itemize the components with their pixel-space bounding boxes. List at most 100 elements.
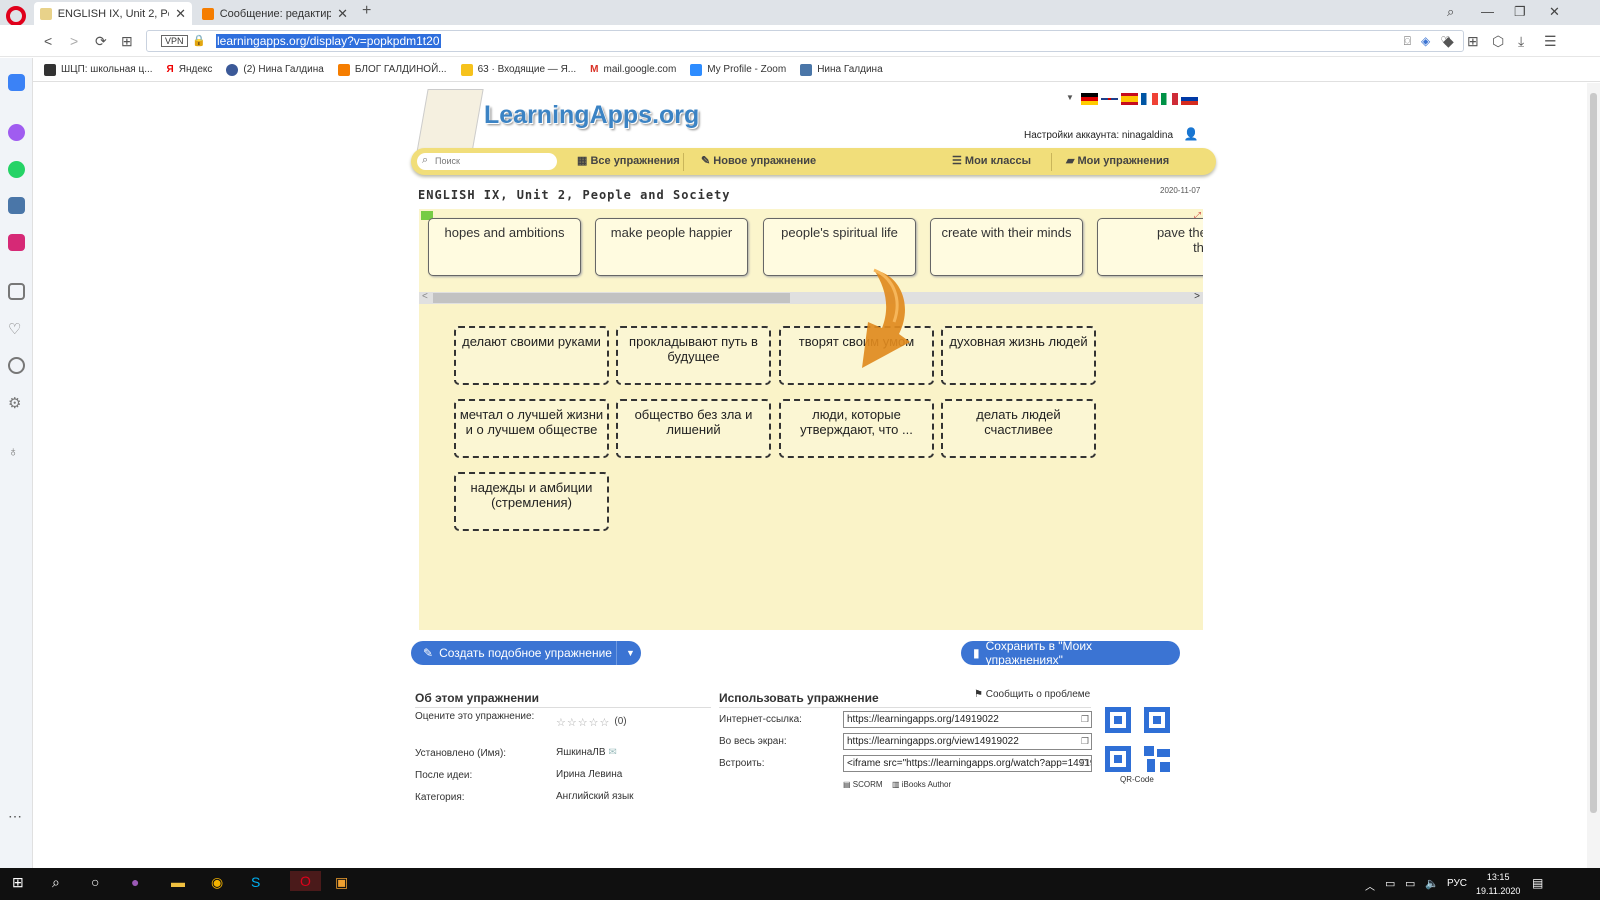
cube-icon[interactable]: ⬡ [1492,33,1504,50]
history-icon[interactable] [8,357,25,374]
link-field[interactable]: https://learningapps.org/14919022 ❐ [843,711,1092,728]
flag-es-icon[interactable] [1120,93,1138,105]
reload-icon[interactable]: ⟳ [95,33,107,50]
rating-stars[interactable]: ☆ ☆ ☆ ☆ ☆ (0) [556,716,627,729]
maximize-button[interactable]: ❐ [1514,4,1526,20]
extension-icon[interactable]: ◆ [1443,33,1454,50]
author-name[interactable]: ЯшкинаЛВ ✉ [556,747,617,758]
copy-icon[interactable]: ❐ [1081,736,1089,747]
close-tab-icon[interactable]: ✕ [337,6,348,22]
account-settings-link[interactable]: Настройки аккаунта: ninagaldina 👤 [1024,127,1199,141]
tab-active[interactable]: ENGLISH IX, Unit 2, People ✕ [34,2,192,25]
drop-target[interactable]: делать людей счастливее [941,399,1096,458]
opera-taskbar-icon[interactable]: O [290,871,321,891]
messenger-icon[interactable] [8,124,25,141]
tips-icon[interactable]: ♁ [8,443,25,460]
bookmark-item[interactable]: (2) Нина Галдина [226,63,324,76]
source-card[interactable]: make people happier [595,218,748,276]
chevron-down-icon[interactable]: ▼ [1066,93,1074,105]
tray-chevron-icon[interactable]: ︿ [1365,878,1375,893]
embed-field[interactable]: <iframe src="https://learningapps.org/wa… [843,755,1092,772]
url-field[interactable]: VPN 🔒 learningapps.org/display?v=popkpdm… [146,30,1464,52]
app-taskbar-icon[interactable]: ▣ [335,874,348,891]
close-window-button[interactable]: ✕ [1549,4,1560,20]
instagram-icon[interactable] [8,234,25,251]
more-icon[interactable]: ⋯ [8,808,25,825]
download-icon[interactable]: ⤓ [1518,33,1524,50]
drop-target[interactable]: общество без зла и лишений [616,399,771,458]
site-logo[interactable]: LearningApps.org [416,85,699,153]
clock[interactable]: 13:15 19.11.2020 [1476,870,1520,898]
opera-logo-icon[interactable] [6,6,26,26]
bookmark-item[interactable]: 63 · Входящие — Я... [460,63,576,76]
tab-inactive[interactable]: Сообщение: редактирова ✕ [196,2,354,25]
star-icon[interactable]: ☆ [567,716,577,729]
search-tabs-icon[interactable]: ⌕ [1447,4,1454,20]
network-icon[interactable]: ▭ [1385,877,1395,890]
copy-icon[interactable]: ❐ [1081,758,1089,769]
back-icon[interactable]: < [44,33,52,49]
lock-icon[interactable]: 🔒 [192,34,206,47]
minimize-button[interactable]: — [1481,4,1494,19]
scroll-thumb[interactable] [433,293,790,303]
copy-icon[interactable]: ❐ [1081,714,1089,725]
idea-author[interactable]: Ирина Левина [556,769,622,780]
cortana-icon[interactable]: ○ [91,874,99,890]
drop-target[interactable]: надежды и амбиции (стремления) [454,472,609,531]
scorm-link[interactable]: ▤ SCORM [843,780,883,789]
skype-icon[interactable]: S [251,874,260,890]
drop-target[interactable]: люди, которые утверждают, что ... [779,399,934,458]
save-to-my-exercises-button[interactable]: ▮ Сохранить в "Моих упражнениях" [961,639,1180,667]
viber-icon[interactable]: ● [131,874,139,890]
nav-my-exercises[interactable]: ▰ Мои упражнения [1066,154,1169,167]
bookmark-item[interactable]: БЛОГ ГАЛДИНОЙ... [337,63,447,76]
flag-en-icon[interactable] [1100,93,1118,105]
windows-start-icon[interactable]: ⊞ [12,874,24,891]
heart-sidebar-icon[interactable]: ♡ [8,320,25,338]
source-card[interactable]: hopes and ambitions [428,218,581,276]
category-value[interactable]: Английский язык [556,791,634,802]
fullscreen-field[interactable]: https://learningapps.org/view14919022 ❐ [843,733,1092,750]
bookmark-item[interactable]: ШЦП: школьная ц... [44,63,153,76]
flag-it-icon[interactable] [1160,93,1178,105]
ibooks-link[interactable]: ▥ iBooks Author [892,780,951,789]
whatsapp-icon[interactable] [8,161,25,178]
flag-fr-icon[interactable] [1140,93,1158,105]
flag-ru-icon[interactable] [1180,93,1198,105]
settings-icon[interactable]: ⚙ [8,394,25,412]
bookmark-item[interactable]: My Profile - Zoom [690,63,786,76]
scroll-left-icon[interactable]: < [422,291,428,302]
forward-icon[interactable]: > [70,33,78,49]
horizontal-scrollbar[interactable]: < > [419,291,1203,304]
qr-code-icon[interactable] [1105,707,1170,772]
vk-sidebar-icon[interactable] [8,197,25,214]
source-card[interactable]: create with their minds [930,218,1083,276]
snapshot-icon[interactable]: ⌼ [1404,34,1411,49]
drop-target[interactable]: духовная жизнь людей [941,326,1096,385]
search-icon[interactable]: ⌕ [52,874,60,891]
speed-dial-icon[interactable]: ⊞ [121,33,133,50]
vpn-badge[interactable]: VPN [161,35,188,47]
page-scrollbar[interactable] [1587,83,1600,868]
bookmark-item[interactable]: Нина Галдина [800,63,883,76]
notifications-icon[interactable]: ▤ [1532,876,1543,890]
envelope-icon[interactable]: ✉ [608,747,616,758]
nav-all-exercises[interactable]: ▦ Все упражнения [577,154,680,167]
star-icon[interactable]: ☆ [589,716,599,729]
monitor-icon[interactable]: ▭ [1405,877,1415,890]
scroll-right-icon[interactable]: > [1194,291,1200,302]
star-icon[interactable]: ☆ [578,716,588,729]
star-icon[interactable]: ☆ [556,716,566,729]
workspaces-icon[interactable] [8,283,25,300]
report-problem-link[interactable]: ⚑ Сообщить о проблеме [974,689,1090,700]
volume-icon[interactable]: 🔈 [1425,877,1439,890]
bookmark-item[interactable]: Я Яндекс [167,64,213,75]
search-input[interactable]: ⌕ Поиск [417,153,557,170]
flag-de-icon[interactable] [1080,93,1098,105]
drop-target[interactable]: мечтал о лучшей жизни и о лучшем обществ… [454,399,609,458]
nav-new-exercise[interactable]: ✎ Новое упражнение [701,154,816,167]
source-card[interactable]: pave the way to the future [1097,218,1203,276]
close-tab-icon[interactable]: ✕ [175,6,186,22]
create-similar-button[interactable]: ✎ Создать подобное упражнение ▼ [411,641,641,665]
star-icon[interactable]: ☆ [600,716,610,729]
